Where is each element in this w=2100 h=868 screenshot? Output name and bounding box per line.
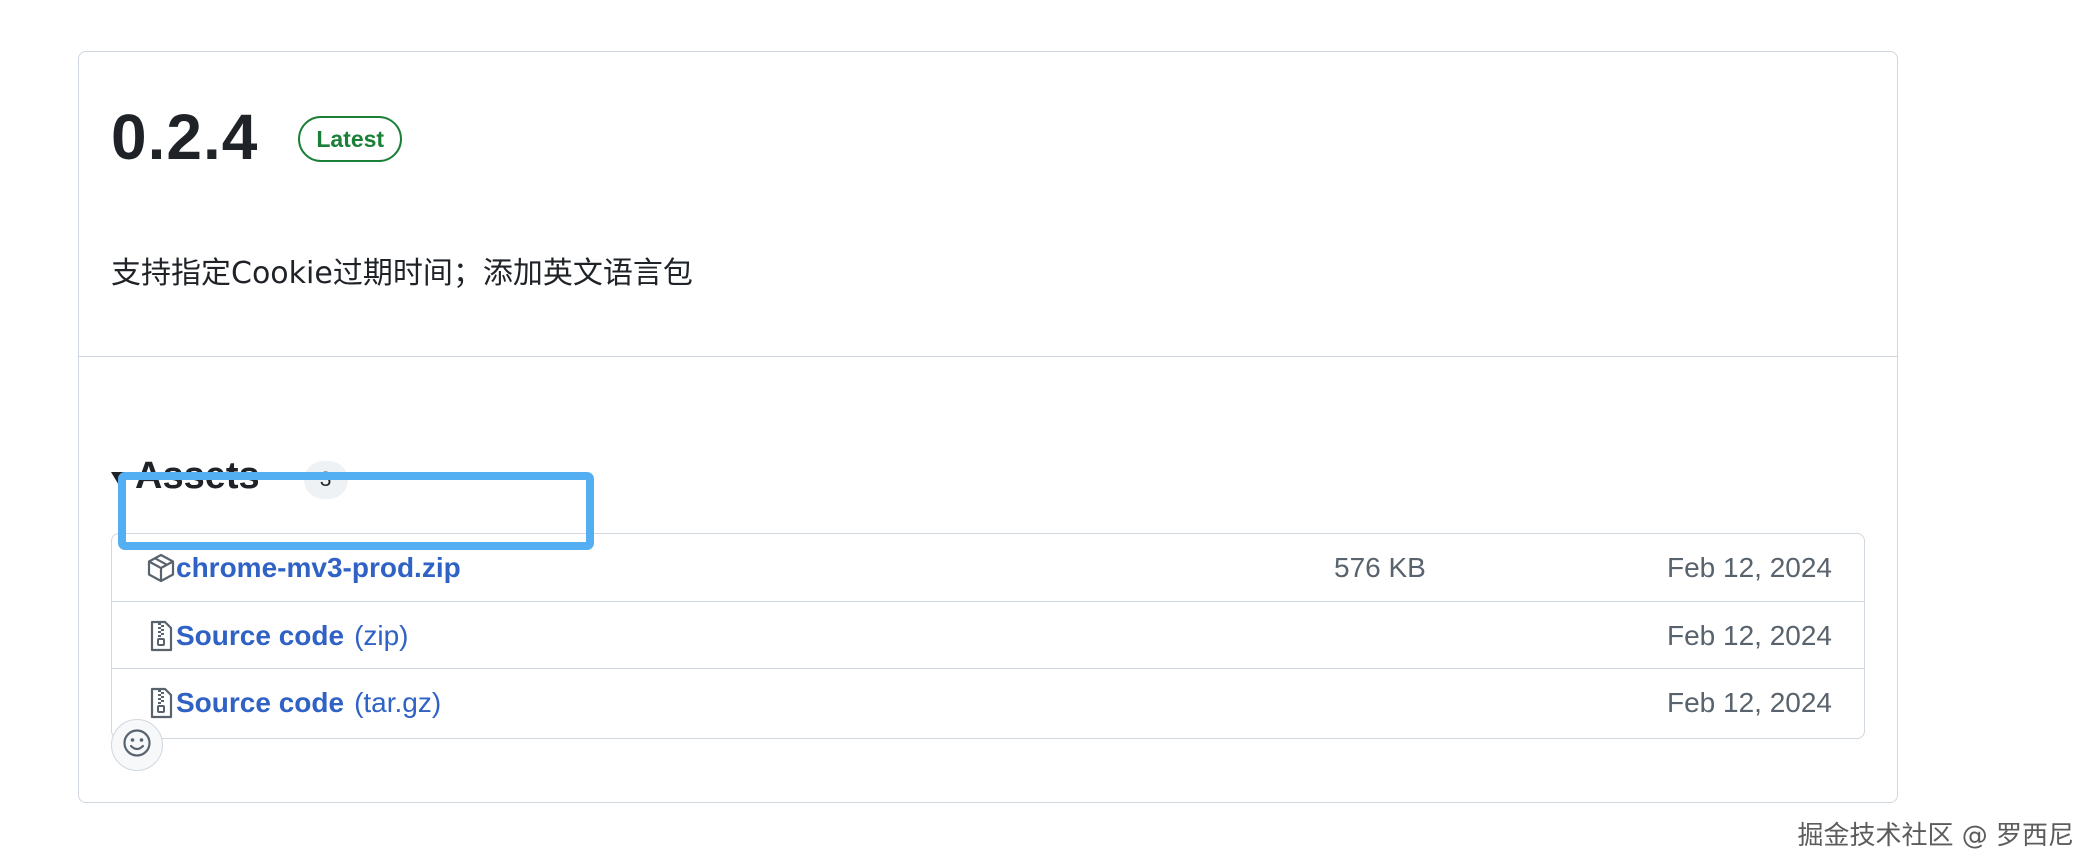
asset-name-label: Source code [176, 686, 345, 718]
file-zip-icon [146, 620, 176, 652]
section-divider [79, 356, 1897, 357]
asset-date: Feb 12, 2024 [1666, 551, 1832, 583]
latest-badge: Latest [298, 116, 403, 162]
asset-name-suffix: (zip) [354, 619, 409, 651]
asset-link-source-code-zip[interactable]: Source code (zip) [176, 620, 409, 652]
asset-name-suffix: (tar.gz) [354, 686, 442, 718]
asset-link-chrome-mv3-prod-zip[interactable]: chrome-mv3-prod.zip [176, 552, 461, 584]
file-zip-icon [146, 687, 176, 719]
asset-date: Feb 12, 2024 [1666, 686, 1832, 718]
highlight-annotation-box [118, 472, 594, 550]
asset-date: Feb 12, 2024 [1666, 619, 1832, 651]
release-notes: 支持指定Cookie过期时间；添加英文语言包 [111, 256, 693, 291]
watermark-text: 掘金技术社区 @ 罗西尼 [1797, 821, 2074, 851]
assets-list: chrome-mv3-prod.zip 576 KB Feb 12, 2024 … [111, 533, 1865, 739]
asset-size: 576 KB [1334, 551, 1426, 583]
release-version-title[interactable]: 0.2.4 [111, 105, 258, 169]
asset-name-label: Source code [176, 619, 345, 651]
package-icon [146, 552, 176, 584]
asset-name-label: chrome-mv3-prod.zip [176, 551, 461, 583]
asset-row: Source code (zip) Feb 12, 2024 [112, 601, 1864, 669]
release-card: 0.2.4 Latest 支持指定Cookie过期时间；添加英文语言包 Asse… [78, 51, 1898, 803]
smiley-icon [121, 727, 153, 764]
add-reaction-button[interactable] [111, 719, 163, 771]
release-header: 0.2.4 Latest [111, 92, 403, 182]
asset-row: Source code (tar.gz) Feb 12, 2024 [112, 668, 1864, 736]
asset-link-source-code-tar-gz[interactable]: Source code (tar.gz) [176, 687, 441, 719]
